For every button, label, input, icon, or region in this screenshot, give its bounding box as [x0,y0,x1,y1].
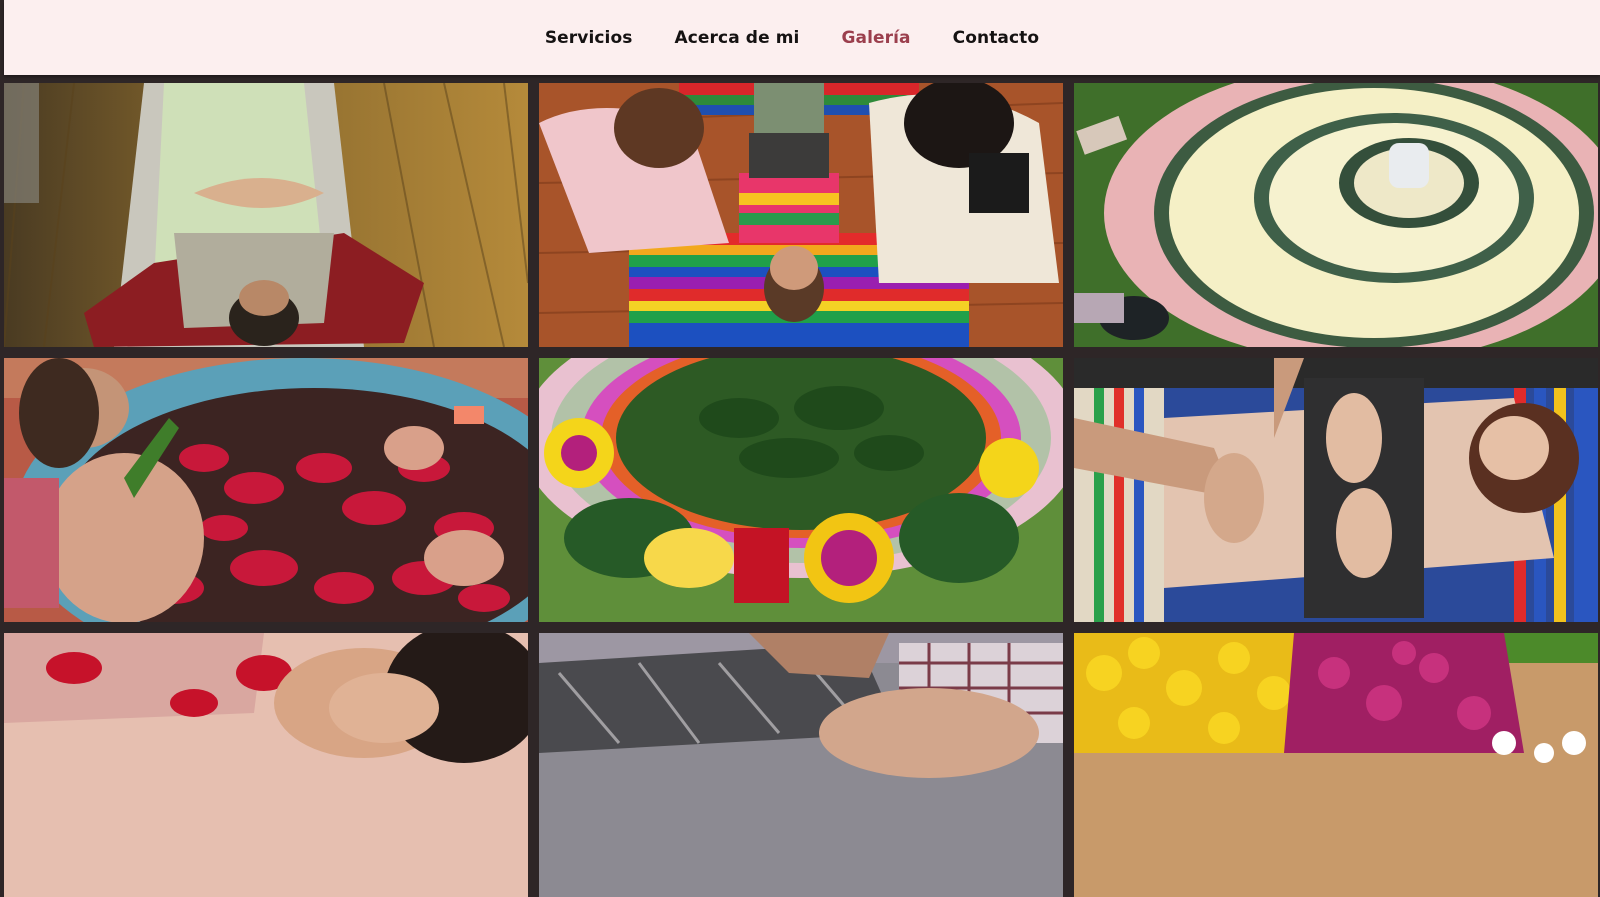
photo-rose-bath [4,358,528,622]
nav-link-acerca-de-mi[interactable]: Acerca de mi [674,28,799,48]
nav-menu: Servicios Acerca de mi Galería Contacto [545,28,1039,48]
photo-water-petals [4,633,528,897]
top-navbar: Servicios Acerca de mi Galería Contacto [4,0,1600,75]
photo-wrapped-cloth [539,633,1063,897]
photo-flower-mandala [539,358,1063,622]
page: Servicios Acerca de mi Galería Contacto [4,0,1600,897]
photo-sarape-circle [539,83,1063,347]
photo-petal-mandala [1074,83,1598,347]
gallery-photo-4[interactable] [4,358,528,622]
nav-link-galeria[interactable]: Galería [841,28,910,48]
nav-link-contacto[interactable]: Contacto [953,28,1040,48]
photo-gallery [4,83,1600,897]
gallery-photo-2[interactable] [539,83,1063,347]
gallery-photo-1[interactable] [4,83,528,347]
nav-link-servicios[interactable]: Servicios [545,28,633,48]
gallery-photo-8[interactable] [539,633,1063,897]
photo-abdomen-massage [1074,358,1598,622]
photo-flowers-box [1074,633,1598,897]
photo-woman-resting [4,83,528,347]
gallery-photo-9[interactable] [1074,633,1598,897]
gallery-photo-3[interactable] [1074,83,1598,347]
gallery-photo-7[interactable] [4,633,528,897]
gallery-photo-5[interactable] [539,358,1063,622]
gallery-photo-6[interactable] [1074,358,1598,622]
